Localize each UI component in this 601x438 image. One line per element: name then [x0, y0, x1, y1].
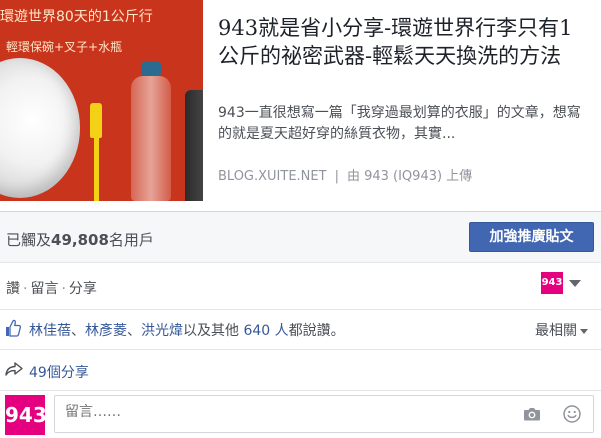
share-link[interactable]: 分享: [69, 281, 97, 297]
link-thumbnail[interactable]: 環遊世界80天的1公斤行 輕環保碗+叉子+水瓶: [0, 0, 203, 201]
page-avatar-small[interactable]: 943: [541, 272, 563, 294]
source-separator: |: [334, 169, 339, 184]
source-author: 由 943 (IQ943) 上傳: [346, 169, 473, 184]
post-card: 環遊世界80天的1公斤行 輕環保碗+叉子+水瓶 943就是省小分享-環遊世界行李…: [0, 0, 601, 438]
share-arrow-icon: [5, 362, 23, 376]
source-domain: BLOG.XUITE.NET: [218, 169, 327, 184]
action-dot: ·: [61, 281, 66, 297]
comment-sort-label: 最相關: [535, 323, 577, 339]
comment-sort-dropdown[interactable]: 最相關: [535, 320, 588, 340]
shares-summary: 49個分享: [0, 350, 601, 391]
reach-suffix: 名用戶: [108, 231, 154, 249]
liker-name[interactable]: 洪光煒: [141, 323, 183, 339]
smiley-icon[interactable]: [563, 405, 581, 423]
link-source: BLOG.XUITE.NET | 由 943 (IQ943) 上傳: [218, 165, 588, 184]
likes-text: 林佳蓓、林彥菱、洪光煒以及其他 640 人都說讚。: [29, 320, 345, 340]
reach-count: 49,808: [51, 231, 109, 249]
boost-post-button[interactable]: 加強推廣貼文: [469, 222, 594, 252]
chevron-down-icon[interactable]: [569, 280, 581, 287]
action-bar: 讚 · 留言 · 分享: [0, 263, 601, 310]
likes-middle: 以及其他: [183, 323, 244, 339]
likes-separator: 、: [127, 323, 141, 339]
bowl-image: [0, 58, 80, 198]
likes-separator: 、: [71, 323, 85, 339]
avatar[interactable]: 943: [5, 395, 47, 435]
bottle-image: [131, 62, 171, 201]
fork-image: [90, 103, 102, 201]
reach-prefix: 已觸及: [6, 231, 52, 249]
like-link[interactable]: 讚: [6, 281, 20, 297]
shares-count-link[interactable]: 49個分享: [29, 362, 89, 382]
comment-input[interactable]: [65, 404, 485, 420]
link-preview[interactable]: 環遊世界80天的1公斤行 輕環保碗+叉子+水瓶 943就是省小分享-環遊世界行李…: [0, 0, 601, 212]
likes-summary: 林佳蓓、林彥菱、洪光煒以及其他 640 人都說讚。 最相關: [0, 310, 601, 350]
reach-text: 已觸及49,808名用戶: [6, 229, 154, 250]
chevron-down-icon: [580, 328, 588, 334]
camera-icon[interactable]: [523, 406, 541, 422]
comment-box[interactable]: [54, 395, 594, 433]
link-title[interactable]: 943就是省小分享-環遊世界行李只有1公斤的祕密武器-輕鬆天天換洗的方法: [218, 14, 588, 70]
action-dot: ·: [23, 281, 28, 297]
thumbnail-caption-line1: 環遊世界80天的1公斤行: [0, 9, 153, 25]
dark-bottle-image: [185, 90, 203, 201]
thumbnail-caption-line2: 輕環保碗+叉子+水瓶: [6, 40, 123, 54]
comment-link[interactable]: 留言: [30, 281, 58, 297]
thumbs-up-icon: [6, 319, 21, 337]
liker-name[interactable]: 林彥菱: [85, 323, 127, 339]
link-description: 943一直很想寫一篇「我穿過最划算的衣服」的文章，想寫的就是夏天超好穿的絲質衣物…: [218, 105, 581, 142]
likes-others-link[interactable]: 640 人: [243, 323, 288, 339]
liker-name[interactable]: 林佳蓓: [29, 323, 71, 339]
likes-end: 都說讚。: [288, 323, 345, 339]
action-links: 讚 · 留言 · 分享: [6, 278, 97, 298]
